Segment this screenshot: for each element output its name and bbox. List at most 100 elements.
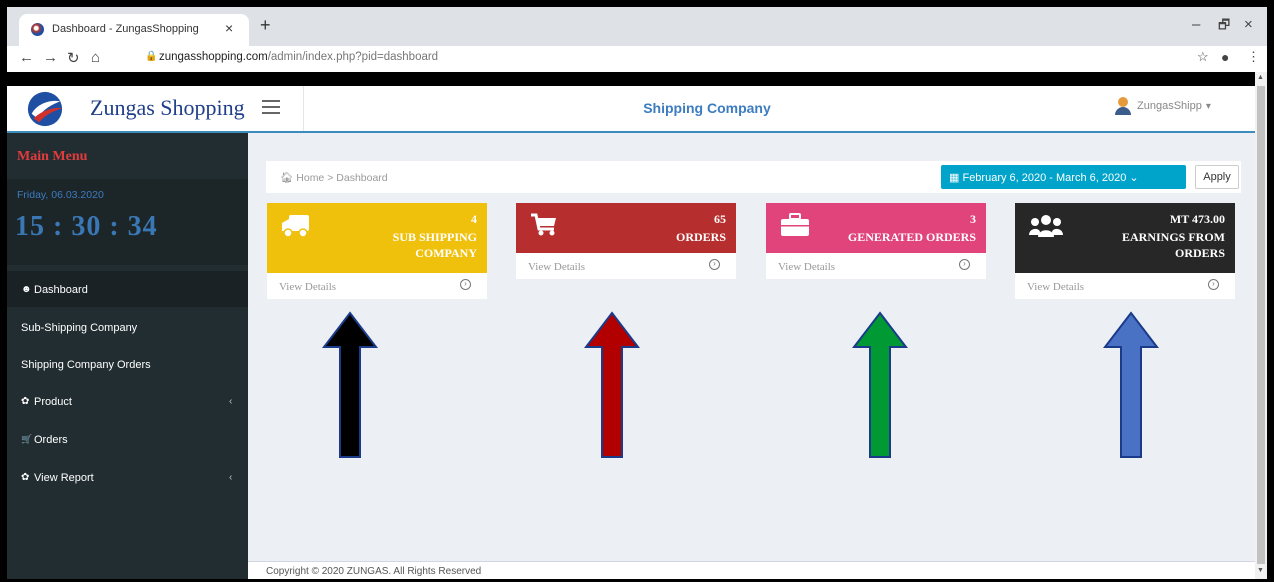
card-orders: 65 ORDERS View Details › [516,203,736,279]
date-range-label: February 6, 2020 - March 6, 2020 [962,172,1127,184]
current-time: 15 : 30 : 34 [15,211,158,242]
page-scrollbar[interactable]: ▲ ▼ [1255,72,1267,579]
sidebar-item-label: Product [34,396,72,408]
logo-icon [27,91,63,127]
tab-close-icon[interactable]: × [225,20,233,36]
window-close-icon[interactable]: × [1244,16,1253,33]
profile-icon[interactable]: ● [1221,49,1229,65]
footer-copyright: Copyright © 2020 ZUNGAS. All Rights Rese… [266,566,482,577]
card-header: 4 SUB SHIPPING COMPANY [267,203,487,273]
cube-icon: ✿ [21,396,30,407]
calendar-icon: ▦ [949,172,960,184]
view-details-link[interactable]: View Details › [766,253,986,279]
sidebar-item-product[interactable]: ✿ Product ‹ [7,383,248,419]
scrollbar-thumb[interactable] [1257,86,1265,564]
minimize-icon[interactable]: – [1192,16,1200,33]
lock-icon[interactable]: 🔒 [145,51,157,62]
breadcrumb-separator: > [327,172,334,184]
sidebar-item-shipping-company-orders[interactable]: Shipping Company Orders [7,346,248,382]
user-name: ZungasShipp [1137,100,1202,112]
breadcrumb-current: Dashboard [336,172,388,184]
sidebar-item-label: Dashboard [34,284,88,296]
view-details-label: View Details [1027,281,1085,293]
sidebar: Main Menu Friday, 06.03.2020 15 : 30 : 3… [7,133,248,579]
chevron-left-icon: ‹ [229,396,233,407]
app-header: Zungas Shopping Shipping Company ZungasS… [7,86,1255,133]
view-details-link[interactable]: View Details › [516,253,736,279]
card-label: ORDERS [1174,246,1225,260]
header-divider [303,86,304,131]
new-tab-icon[interactable]: + [260,15,271,36]
truck-icon [282,215,309,238]
sidebar-item-dashboard[interactable]: ☻ Dashboard [7,271,248,307]
main-content: 🏠︎ Home > Dashboard ▦ February 6, 2020 -… [248,133,1255,579]
home-icon[interactable]: ⌂ [91,49,100,66]
card-count: 4 [471,212,477,226]
view-details-label: View Details [528,261,586,273]
card-label: SUB SHIPPING [392,230,477,244]
page-top-strip [7,72,1255,86]
sidebar-item-label: Shipping Company Orders [21,359,151,371]
arrow-circle-right-icon: › [709,259,720,270]
sidebar-title: Main Menu [17,149,88,164]
home-icon: 🏠︎ [280,172,294,184]
card-earnings: MT 473.00 EARNINGS FROM ORDERS View Deta… [1015,203,1235,299]
restore-icon[interactable]: 🗗 [1218,16,1230,38]
breadcrumb-home[interactable]: Home [296,172,324,184]
favicon-icon [31,23,44,36]
hamburger-menu-icon[interactable] [262,100,280,114]
sidebar-item-sub-shipping-company[interactable]: Sub-Shipping Company [7,309,248,345]
browser-window: Dashboard - ZungasShopping × + – 🗗 × ← →… [7,7,1267,579]
chevron-left-icon: ‹ [229,472,233,483]
browser-tab[interactable]: Dashboard - ZungasShopping × [19,14,249,46]
date-range-picker[interactable]: ▦ February 6, 2020 - March 6, 2020 ⌄ [941,165,1186,189]
apply-button[interactable]: Apply [1195,165,1239,189]
view-details-label: View Details [279,281,337,293]
avatar-icon [1115,97,1131,115]
view-details-label: View Details [778,261,836,273]
browser-tab-bar: Dashboard - ZungasShopping × + – 🗗 × [7,7,1267,46]
card-label: COMPANY [415,246,477,260]
card-header: 3 GENERATED ORDERS [766,203,986,253]
dashboard-icon: ☻ [21,284,32,295]
view-details-link[interactable]: View Details › [1015,273,1235,299]
view-details-link[interactable]: View Details › [267,273,487,299]
footer: Copyright © 2020 ZUNGAS. All Rights Rese… [248,561,1255,579]
logo-text: Zungas Shopping [90,95,245,120]
scroll-up-icon[interactable]: ▲ [1257,74,1264,81]
star-icon[interactable]: ☆ [1197,49,1209,65]
card-label: ORDERS [675,230,726,244]
cart-icon: 🛒 [21,434,33,444]
report-icon: ✿ [21,472,30,483]
chevron-down-icon: ⌄ [1129,172,1139,184]
breadcrumb-bar: 🏠︎ Home > Dashboard ▦ February 6, 2020 -… [266,161,1241,193]
card-count: 65 [714,212,726,226]
chevron-down-icon: ▾ [1205,100,1211,112]
reload-icon[interactable]: ↻ [67,49,80,67]
page-title: Shipping Company [643,100,771,116]
menu-dots-icon[interactable]: ⋮ [1247,49,1260,65]
sidebar-item-view-report[interactable]: ✿ View Report ‹ [7,459,248,495]
card-label: EARNINGS FROM [1121,230,1225,244]
logo[interactable]: Zungas Shopping [7,86,248,131]
scroll-down-icon[interactable]: ▼ [1257,567,1264,574]
tab-title: Dashboard - ZungasShopping [52,23,199,35]
briefcase-icon [781,213,809,236]
annotation-arrow-green [852,311,908,458]
sidebar-item-orders[interactable]: 🛒 Orders [7,421,248,457]
card-label: GENERATED ORDERS [847,230,976,244]
clock-panel: Friday, 06.03.2020 15 : 30 : 34 [7,179,248,265]
arrow-circle-right-icon: › [959,259,970,270]
back-icon[interactable]: ← [19,49,34,66]
cart-icon [531,213,556,236]
card-header: MT 473.00 EARNINGS FROM ORDERS [1015,203,1235,273]
url-field[interactable]: zungasshopping.com/admin/index.php?pid=d… [159,51,438,63]
arrow-circle-right-icon: › [460,279,471,290]
user-menu[interactable]: ZungasShipp ▾ [1115,97,1211,115]
users-icon [1029,215,1063,237]
sidebar-item-label: Sub-Shipping Company [21,322,138,334]
card-generated-orders: 3 GENERATED ORDERS View Details › [766,203,986,279]
current-date: Friday, 06.03.2020 [17,189,104,201]
card-count: MT 473.00 [1169,212,1225,226]
forward-icon[interactable]: → [43,49,58,66]
